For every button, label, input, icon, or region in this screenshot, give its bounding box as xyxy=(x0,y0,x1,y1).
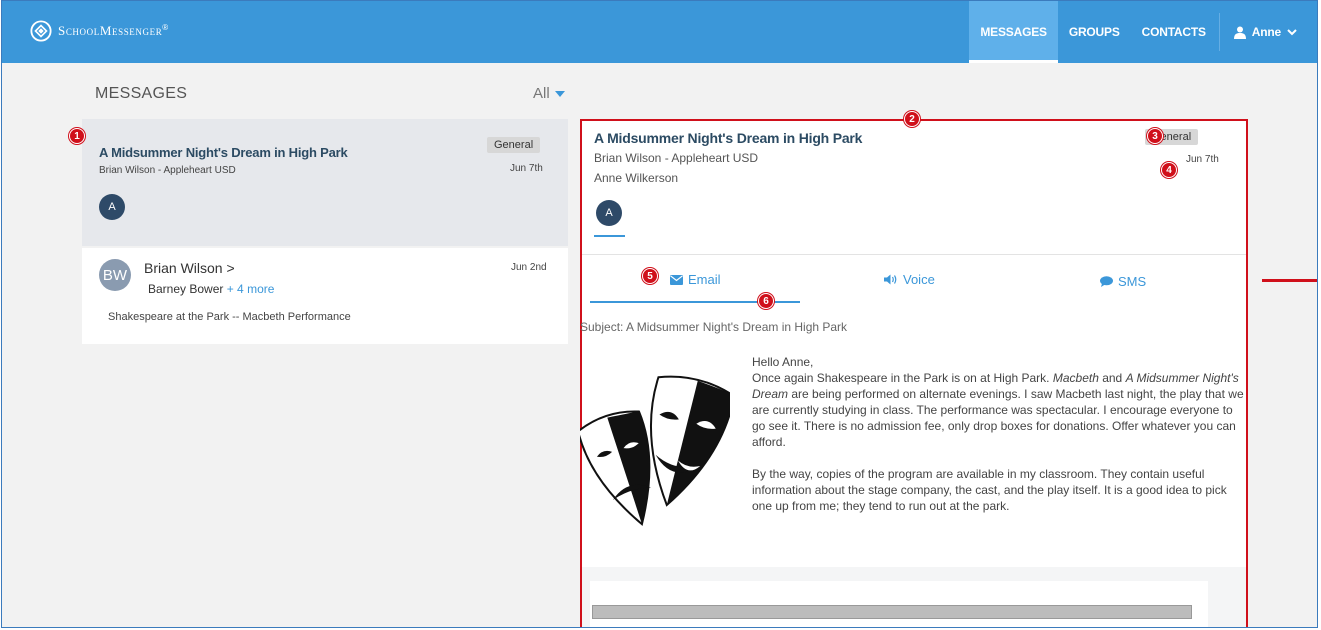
detail-recipient-avatar[interactable]: A xyxy=(596,200,622,226)
annotation-arrow xyxy=(1262,279,1317,282)
nav-menu: MESSAGES GROUPS CONTACTS Anne xyxy=(969,1,1317,63)
category-badge: General xyxy=(487,137,541,153)
tab-voice[interactable]: Voice xyxy=(884,272,935,287)
top-navbar: SchoolMessenger ® MESSAGES GROUPS CONTACT… xyxy=(2,1,1317,63)
tab-sms[interactable]: SMS xyxy=(1100,274,1146,289)
envelope-icon xyxy=(670,274,683,285)
nav-divider xyxy=(1218,13,1220,51)
annotation-marker-6: 6 xyxy=(758,293,774,309)
message-list-item-selected[interactable]: A Midsummer Night's Dream in High Park B… xyxy=(82,119,568,246)
email-text-segment: and xyxy=(1098,371,1126,385)
brand-name: SchoolMessenger xyxy=(58,23,163,38)
message-sender: Brian Wilson - Appleheart USD xyxy=(99,165,236,176)
email-subject: Subject: A Midsummer Night's Dream in Hi… xyxy=(580,320,848,334)
user-name: Anne xyxy=(1251,25,1281,39)
nav-groups[interactable]: GROUPS xyxy=(1058,1,1131,63)
annotation-marker-1: 1 xyxy=(69,128,85,144)
email-paragraph-2: By the way, copies of the program are av… xyxy=(752,467,1227,513)
detail-sender: Brian Wilson - Appleheart USD xyxy=(594,151,759,165)
tab-email[interactable]: Email xyxy=(670,272,721,287)
brand-logo[interactable]: SchoolMessenger ® xyxy=(30,20,174,42)
email-emphasis: Macbeth xyxy=(1052,371,1099,385)
message-list-item[interactable]: BW Brian Wilson > Barney Bower + 4 more … xyxy=(82,248,568,344)
messages-heading: MESSAGES xyxy=(95,85,188,102)
detail-date: Jun 7th xyxy=(1186,154,1219,165)
theater-masks-image xyxy=(580,375,730,526)
annotation-marker-3: 3 xyxy=(1147,128,1163,144)
message-recipients: Barney Bower + 4 more xyxy=(148,282,274,296)
message-date: Jun 7th xyxy=(510,163,543,174)
annotation-marker-4: 4 xyxy=(1161,162,1177,178)
message-preview: Shakespeare at the Park -- Macbeth Perfo… xyxy=(108,311,351,323)
message-date: Jun 2nd xyxy=(511,262,547,273)
email-text-segment: Once again Shakespeare in the Park is on… xyxy=(752,371,1053,385)
annotation-marker-2: 2 xyxy=(904,111,920,127)
message-title: A Midsummer Night's Dream in High Park xyxy=(99,145,348,160)
detail-footer-content xyxy=(590,581,1208,627)
nav-contacts[interactable]: CONTACTS xyxy=(1131,1,1217,63)
tab-sms-label: SMS xyxy=(1118,274,1147,289)
recipient-name: Barney Bower xyxy=(148,282,224,296)
detail-title: A Midsummer Night's Dream in High Park xyxy=(594,130,863,146)
tab-email-label: Email xyxy=(688,272,721,287)
message-sender-name: Brian Wilson > xyxy=(144,260,235,276)
horizontal-scrollbar[interactable] xyxy=(592,605,1192,619)
detail-recipient: Anne Wilkerson xyxy=(594,171,679,185)
schoolmessenger-logo-icon xyxy=(30,20,52,42)
detail-divider xyxy=(582,254,1246,255)
user-menu[interactable]: Anne xyxy=(1222,1,1317,63)
speaker-icon xyxy=(884,274,897,285)
message-filter-dropdown[interactable]: All xyxy=(533,85,565,102)
message-detail-panel: A Midsummer Night's Dream in High Park B… xyxy=(580,119,1248,627)
sender-avatar: BW xyxy=(99,259,131,291)
nav-messages[interactable]: MESSAGES xyxy=(969,1,1058,63)
app-frame: SchoolMessenger ® MESSAGES GROUPS CONTACT… xyxy=(1,0,1318,628)
user-icon xyxy=(1233,26,1246,39)
email-text-segment: are being performed on alternate evening… xyxy=(752,387,1244,449)
annotation-marker-5: 5 xyxy=(642,268,658,284)
tab-voice-label: Voice xyxy=(903,272,935,287)
recipient-avatar: A xyxy=(99,194,125,220)
brand-registered-mark: ® xyxy=(162,22,169,32)
filter-value: All xyxy=(533,85,550,102)
email-paragraph-1: Once again Shakespeare in the Park is on… xyxy=(752,370,1248,450)
email-greeting: Hello Anne, xyxy=(752,355,814,369)
avatar-selected-indicator xyxy=(594,235,625,237)
email-body: Hello Anne, Once again Shakespeare in th… xyxy=(752,354,1248,514)
chevron-down-icon xyxy=(1287,29,1297,36)
more-recipients-link[interactable]: + 4 more xyxy=(227,282,275,296)
caret-down-icon xyxy=(554,90,565,97)
chat-bubble-icon xyxy=(1100,276,1113,287)
